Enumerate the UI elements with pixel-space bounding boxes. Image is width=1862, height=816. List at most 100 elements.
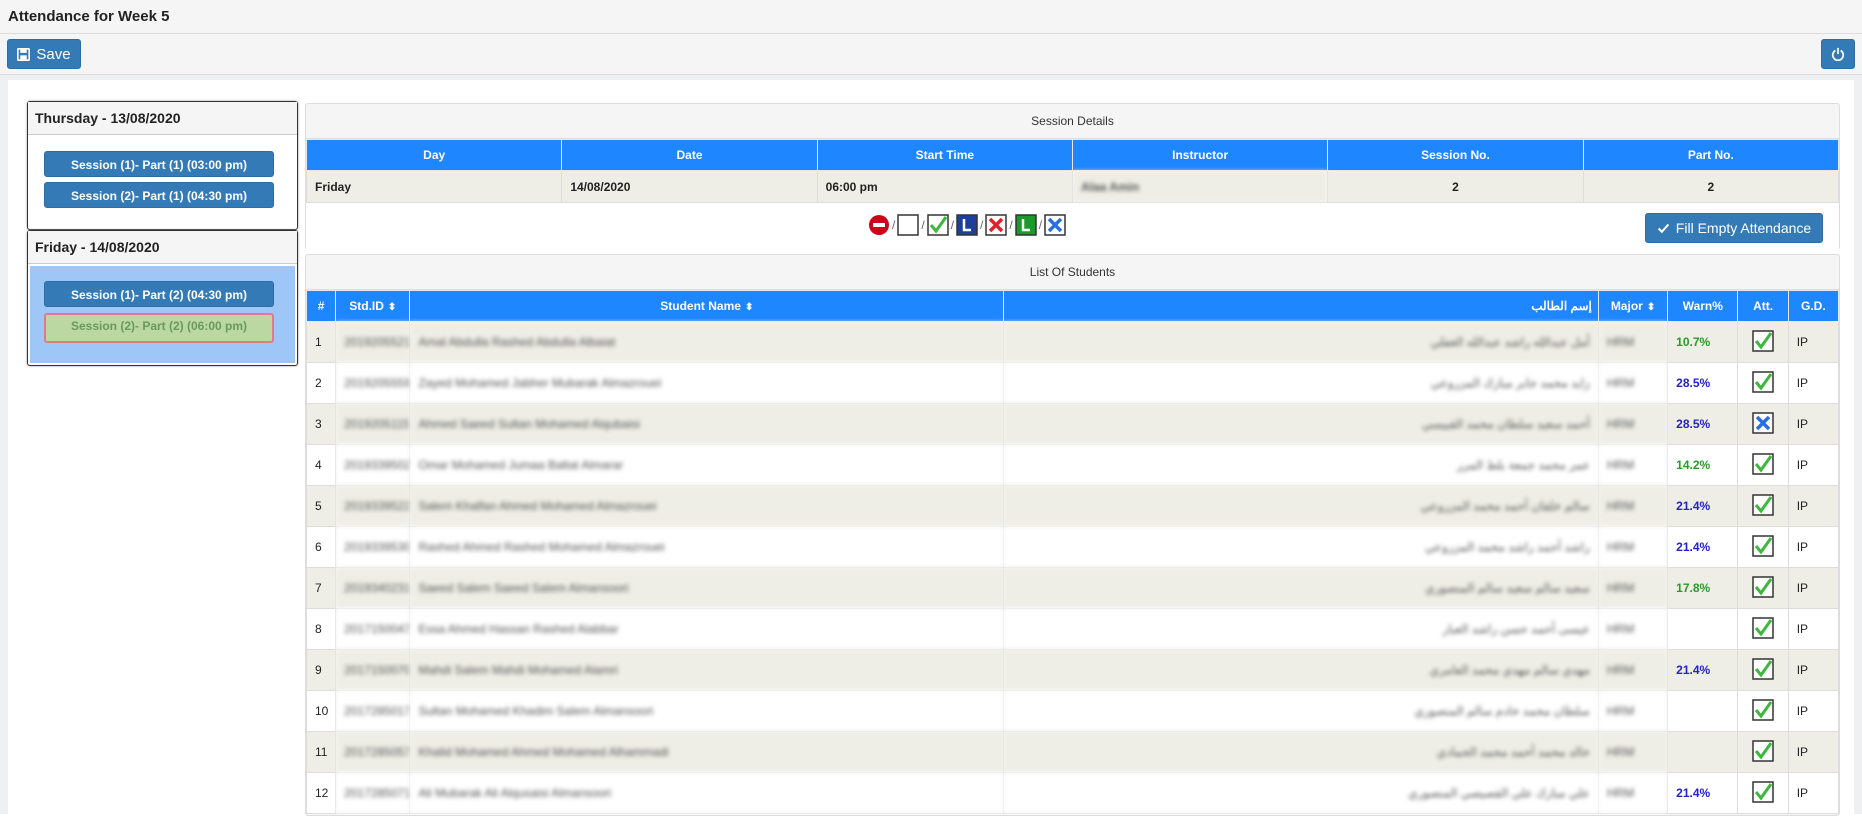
student-id: 2017285057 — [335, 731, 411, 773]
attendance-cell[interactable] — [1737, 362, 1789, 404]
attendance-cell[interactable] — [1737, 772, 1789, 814]
student-arabic-name: سالم خلفان أحمد محمد المزروعي — [1003, 485, 1599, 527]
legend-separator: / — [892, 218, 896, 232]
warn-percent: 28.5% — [1667, 403, 1739, 445]
student-major: HRM — [1597, 362, 1669, 404]
warn-percent: 21.4% — [1667, 526, 1739, 568]
empty-box-icon[interactable] — [897, 214, 920, 236]
session-start-time: 06:00 pm — [816, 170, 1073, 203]
student-major: HRM — [1597, 731, 1669, 773]
attendance-cell[interactable] — [1737, 567, 1789, 609]
column-header: Instructor — [1071, 139, 1329, 171]
attendance-cell[interactable] — [1737, 690, 1789, 732]
window-title: Attendance for Week 5 — [8, 8, 170, 25]
attendance-cell[interactable] — [1737, 649, 1789, 691]
grade-decision: IP — [1787, 649, 1839, 691]
sort-icon: ⬍ — [1646, 302, 1656, 313]
student-name: Sultan Mohamed Khadim Salem Almansoori — [409, 690, 1005, 732]
attendance-cell[interactable] — [1737, 321, 1789, 363]
legend-separator: / — [980, 218, 984, 232]
present-check-icon[interactable] — [1752, 329, 1774, 355]
day-panel-friday: Friday - 14/08/2020 Session (1)- Part (2… — [27, 230, 298, 366]
student-id: 2019339522 — [335, 485, 411, 527]
present-check-icon[interactable] — [1752, 534, 1774, 560]
table-row: 3 2019205115 Ahmed Saeed Sultan Mohamed Al… — [306, 403, 1839, 445]
row-number: 8 — [306, 608, 337, 650]
table-row: 4 2019339502 Omar Mohamed Jumaa Baltat Alm… — [306, 444, 1839, 486]
attendance-cell[interactable] — [1737, 485, 1789, 527]
legend-separator: / — [1038, 218, 1043, 232]
present-check-icon[interactable] — [1752, 616, 1774, 642]
session-button-active[interactable]: Session (2)- Part (2) (06:00 pm) — [44, 313, 274, 343]
attendance-cell[interactable] — [1737, 403, 1789, 445]
late-blue-icon[interactable] — [956, 214, 978, 236]
remove-icon[interactable] — [868, 214, 890, 236]
present-check-icon[interactable] — [1752, 698, 1774, 724]
student-arabic-name: عيسى أحمد حسن راشد العبار — [1003, 608, 1599, 650]
column-header: Date — [561, 139, 818, 171]
table-row: 7 2019340231 Saeed Salem Saeed Salem Alman… — [306, 567, 1839, 609]
table-row: 1 2019205521 Amal Abdulla Rashed Abdulla A… — [306, 321, 1839, 363]
fill-empty-attendance-button[interactable]: Fill Empty Attendance — [1645, 213, 1823, 243]
warn-percent: 17.8% — [1667, 567, 1739, 609]
student-arabic-name: راشد أحمد راشد محمد المزروعي — [1003, 526, 1599, 568]
table-row: 8 2017150047 Essa Ahmed Hassan Rashed Alab… — [306, 608, 1839, 650]
present-check-icon[interactable] — [1752, 657, 1774, 683]
present-check-icon[interactable] — [1752, 370, 1774, 396]
student-id: 2017150047 — [335, 608, 411, 650]
present-check-icon[interactable] — [1752, 452, 1774, 478]
student-major: HRM — [1597, 690, 1669, 732]
column-header-arabic-name: إسم الطالب — [1003, 290, 1599, 322]
table-row: 10 2017285017 Sultan Mohamed Khadim Salem … — [306, 690, 1839, 732]
attendance-cell[interactable] — [1737, 731, 1789, 773]
excused-blue-x-icon[interactable] — [1044, 214, 1066, 236]
session-button[interactable]: Session (1)- Part (2) (04:30 pm) — [44, 281, 274, 307]
attendance-cell[interactable] — [1737, 608, 1789, 650]
attendance-cell[interactable] — [1737, 526, 1789, 568]
student-name: Rashed Ahmed Rashed Mohamed Almazrouei — [409, 526, 1005, 568]
warn-percent: 10.7% — [1667, 321, 1739, 363]
column-header-std-id[interactable]: Std.ID ⬍ — [335, 290, 411, 322]
student-major: HRM — [1597, 444, 1669, 486]
student-arabic-name: سعيد سالم سعيد سالم المنصوري — [1003, 567, 1599, 609]
save-button-label: Save — [36, 45, 71, 63]
session-button[interactable]: Session (2)- Part (1) (04:30 pm) — [44, 182, 274, 208]
late-green-icon[interactable] — [1014, 214, 1037, 236]
student-arabic-name: مهدي سالم مهدي محمد العامري — [1003, 649, 1599, 691]
column-header-student-name[interactable]: Student Name ⬍ — [409, 290, 1005, 322]
power-button[interactable] — [1821, 39, 1855, 69]
attendance-cell[interactable] — [1737, 444, 1789, 486]
present-check-icon[interactable] — [926, 214, 949, 236]
warn-percent: 14.2% — [1667, 444, 1739, 486]
panel-title: Session Details — [306, 104, 1839, 139]
student-id: 2019339530 — [335, 526, 411, 568]
student-id: 2019205559 — [335, 362, 411, 404]
present-check-icon[interactable] — [1752, 739, 1774, 765]
student-id: 2017150070 — [335, 649, 411, 691]
student-name: Essa Ahmed Hassan Rashed Alabbar — [409, 608, 1005, 650]
present-check-icon[interactable] — [1752, 493, 1774, 519]
student-arabic-name: أمل عبدالله راشد عبدالله الغفلي — [1003, 321, 1599, 363]
day-panel-thursday: Thursday - 13/08/2020 Session (1)- Part … — [27, 101, 298, 230]
row-number: 4 — [306, 444, 337, 486]
grade-decision: IP — [1787, 526, 1839, 568]
row-number: 12 — [306, 772, 337, 814]
warn-percent — [1667, 608, 1739, 650]
grade-decision: IP — [1787, 690, 1839, 732]
session-button[interactable]: Session (1)- Part (1) (03:00 pm) — [44, 151, 274, 177]
session-day: Friday — [305, 170, 563, 203]
row-number: 10 — [306, 690, 337, 732]
row-number: 6 — [306, 526, 337, 568]
present-check-icon[interactable] — [1752, 575, 1774, 601]
student-arabic-name: عمر محمد جمعة بلط المرر — [1003, 444, 1599, 486]
save-button[interactable]: Save — [7, 39, 81, 69]
absent-red-x-icon[interactable] — [985, 214, 1008, 236]
present-check-icon[interactable] — [1752, 780, 1774, 806]
column-header-major[interactable]: Major ⬍ — [1597, 290, 1669, 322]
warn-percent — [1667, 731, 1739, 773]
check-icon — [1657, 223, 1669, 233]
legend-row: / / / / / / Fill Empty Attendance — [306, 203, 1839, 251]
excused-blue-x-icon[interactable] — [1752, 411, 1774, 437]
day-heading: Thursday - 13/08/2020 — [28, 102, 297, 135]
column-header: Day — [305, 139, 563, 171]
